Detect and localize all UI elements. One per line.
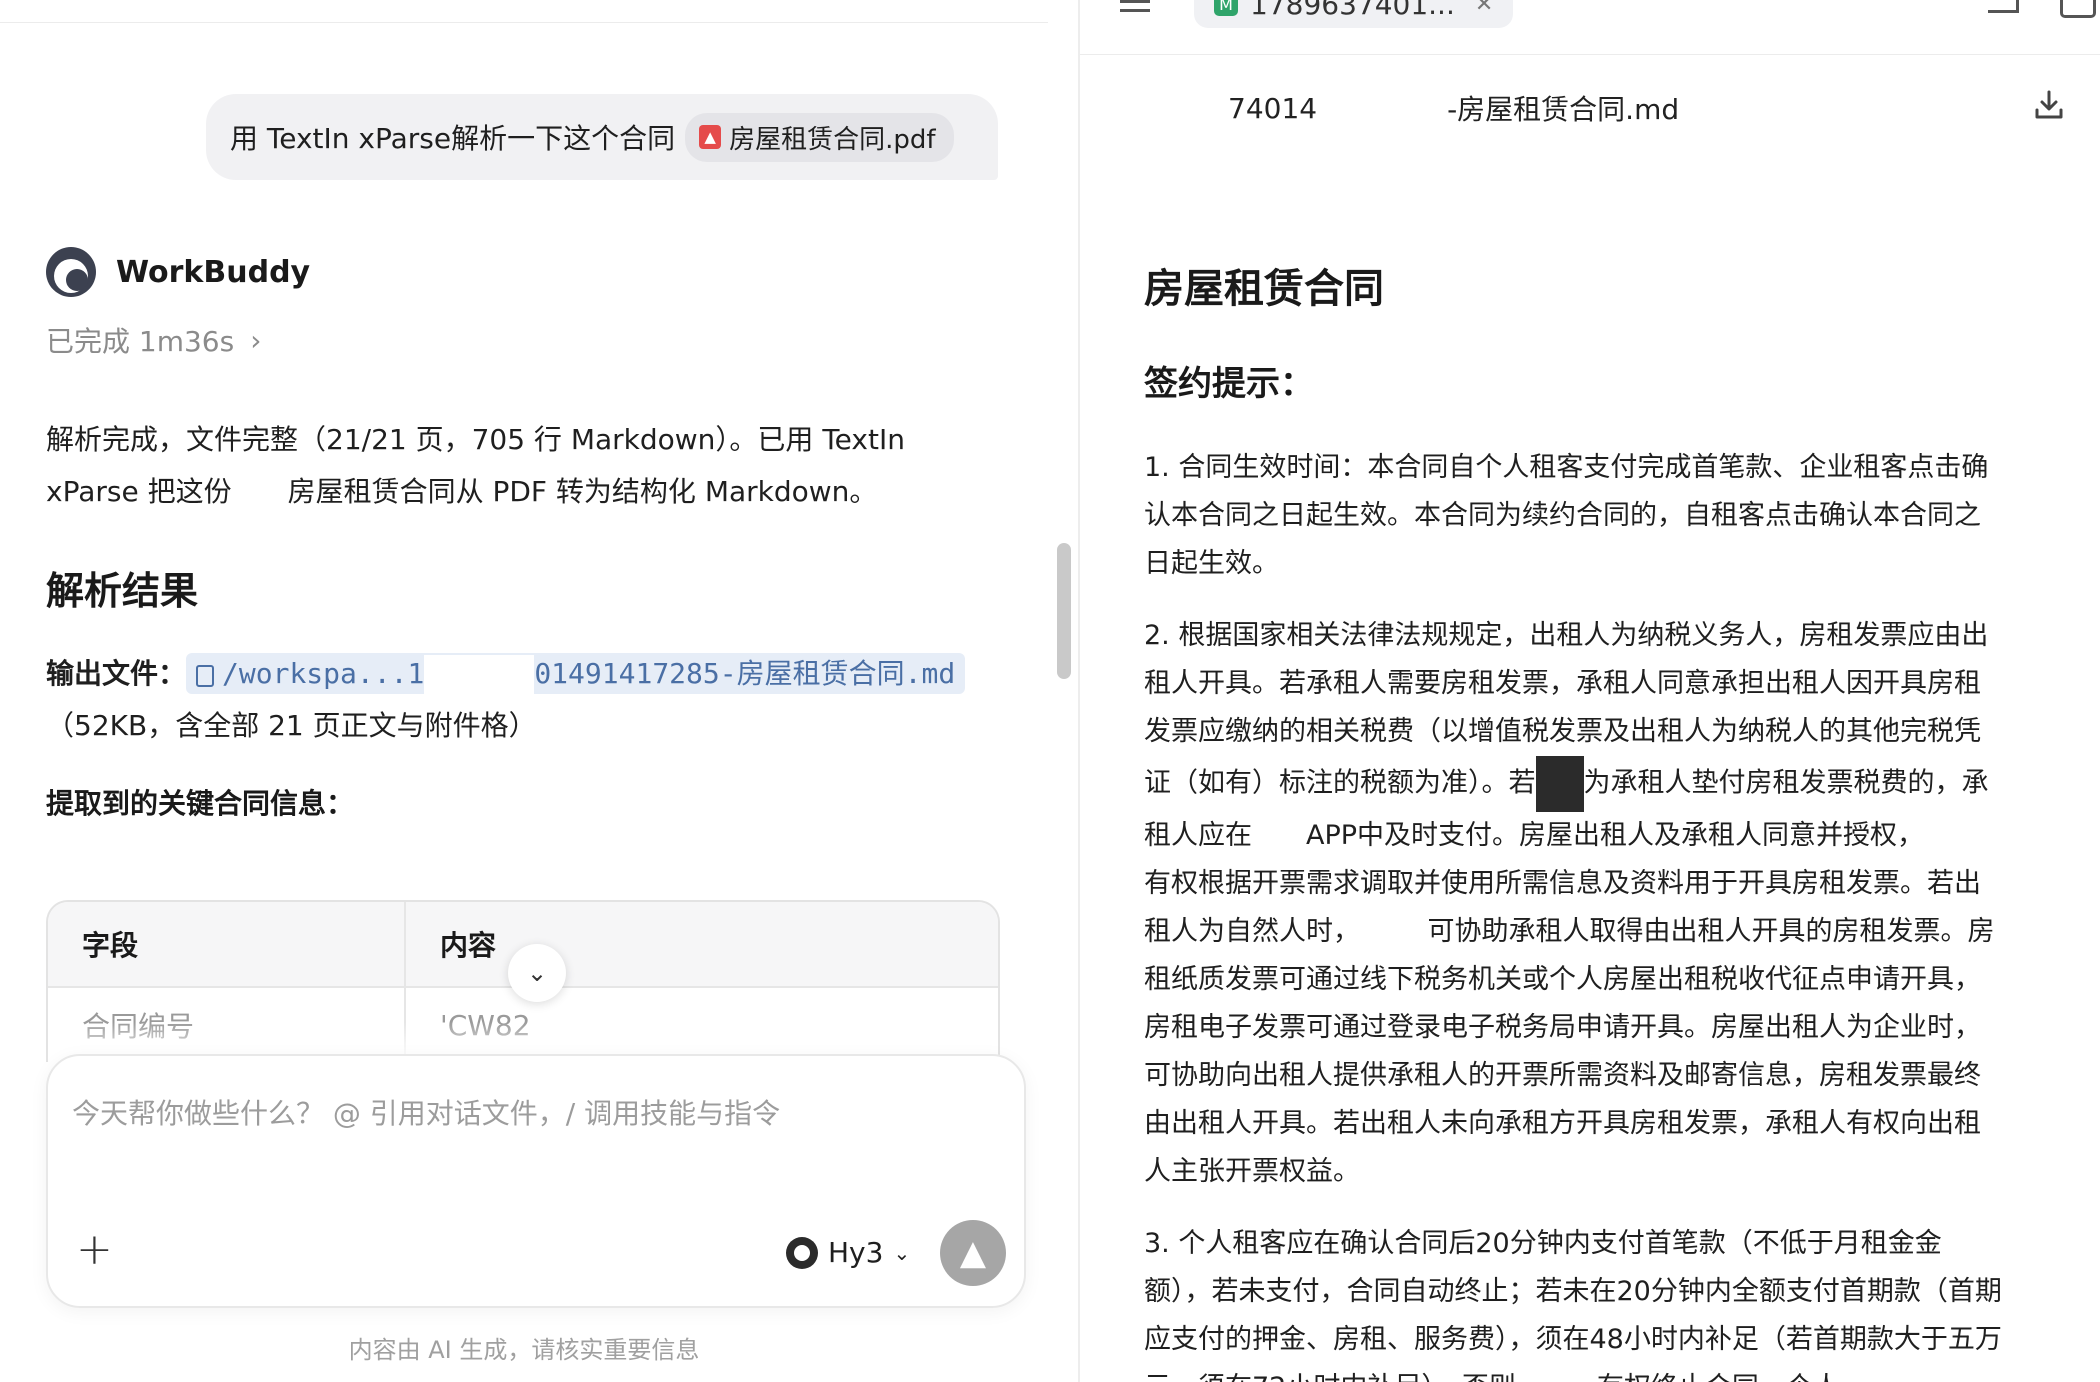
user-message-bubble: 用 TextIn xParse解析一下这个合同 ▲ 房屋租赁合同.pdf [206,94,998,180]
filename-right: -房屋租赁合同.md [1447,93,1680,126]
redacted-region [1317,93,1448,123]
viewer-header-divider [1080,54,2100,55]
expand-icon[interactable] [1988,0,2019,13]
output-file-line: 输出文件： /workspa...1 01491417285-房屋租赁合同.md （5… [46,648,1006,752]
window-icon[interactable] [2060,0,2096,18]
document-tab-title: 1789637401... [1250,0,1455,21]
document-tab[interactable]: M 1789637401... ✕ [1194,0,1514,28]
composer-placeholder: 今天帮你做些什么？ @ 引用对话文件，/ 调用技能与指令 [72,1097,781,1130]
clause-2: 2. 根据国家相关法律法规规定，出租人为纳税义务人，房租发票应由出租人开具。若承… [1144,612,2049,1196]
column-header-field: 字段 [48,902,406,986]
result-heading: 解析结果 [46,569,199,613]
send-button[interactable]: ▲ [940,1220,1006,1286]
attachment-chip[interactable]: ▲ 房屋租赁合同.pdf [685,112,954,162]
document-title: 房屋租赁合同 [1144,266,1384,312]
model-name: Hy3 [828,1236,884,1269]
attachment-name: 房屋租赁合同.pdf [729,124,936,155]
clause-1: 1. 合同生效时间：本合同自个人租客支付完成首笔款、企业租客点击确认本合同之日起… [1144,452,1989,579]
markdown-file-icon: M [1214,0,1238,16]
chevron-down-icon: ⌄ [526,959,548,987]
agent-name: WorkBuddy [116,254,311,290]
agent-avatar [46,247,96,297]
ai-disclaimer: 内容由 AI 生成，请核实重要信息 [348,1336,700,1364]
chevron-right-icon: › [250,323,262,357]
task-status-toggle[interactable]: 已完成 1m36s › [46,320,261,360]
output-path-end: 01491417285-房屋租赁合同.md [534,657,956,690]
menu-icon[interactable] [1120,0,1150,12]
clause-2-part-b: 为承租人垫付房租发票税费的，承租人应在 APP中及时支付。房屋出租人及承租人同意… [1144,767,2049,1188]
document-subtitle: 签约提示： [1144,364,1314,404]
document-filename: 74014 -房屋租赁合同.md [1228,88,1679,128]
redacted-region [1535,756,1584,812]
chat-scrollbar[interactable] [1057,543,1071,679]
message-composer[interactable]: 今天帮你做些什么？ @ 引用对话文件，/ 调用技能与指令 + Hy3 ⌄ ▲ [46,1054,1026,1308]
pdf-file-icon: ▲ [699,125,722,149]
output-label: 输出文件： [46,657,187,690]
filename-left: 74014 [1228,91,1318,125]
clause-3: 3. 个人租客应在确认合同后20分钟内支付首笔款（不低于月租金金额），若未支付，… [1144,1228,2002,1382]
column-header-content: 内容 [440,929,497,962]
add-attachment-button[interactable]: + [76,1228,113,1272]
model-logo-icon [786,1236,818,1269]
document-body: 1. 合同生效时间：本合同自个人租客支付完成首笔款、企业租客点击确认本合同之日起… [1144,444,2049,1382]
chat-pane: 用 TextIn xParse解析一下这个合同 ▲ 房屋租赁合同.pdf Wor… [0,0,1048,1382]
document-viewer: M 1789637401... ✕ 74014 -房屋租赁合同.md 房屋租赁合… [1080,0,2100,1382]
chevron-down-icon: ⌄ [893,1240,911,1265]
agent-header: WorkBuddy [46,246,310,298]
output-note: （52KB，含全部 21 页正文与附件格） [46,709,537,742]
response-summary: 解析完成，文件完整（21/21 页，705 行 Markdown）。已用 Tex… [46,423,905,508]
user-message-text: 用 TextIn xParse解析一下这个合同 [230,122,676,155]
scroll-to-bottom-button[interactable]: ⌄ [508,944,566,1002]
output-file-link[interactable]: /workspa...1 01491417285-房屋租赁合同.md [186,653,966,695]
task-status-text: 已完成 1m36s [46,325,235,358]
document-icon [196,665,215,687]
close-icon[interactable]: ✕ [1475,0,1493,17]
model-selector[interactable]: Hy3 ⌄ [786,1236,910,1269]
download-icon[interactable] [2032,88,2066,122]
send-arrow-icon: ▲ [959,1233,987,1273]
output-path-start: /workspa...1 [222,657,425,690]
redacted-region [424,655,535,695]
header-divider [0,22,1048,23]
key-info-label: 提取到的关键合同信息： [46,787,355,820]
